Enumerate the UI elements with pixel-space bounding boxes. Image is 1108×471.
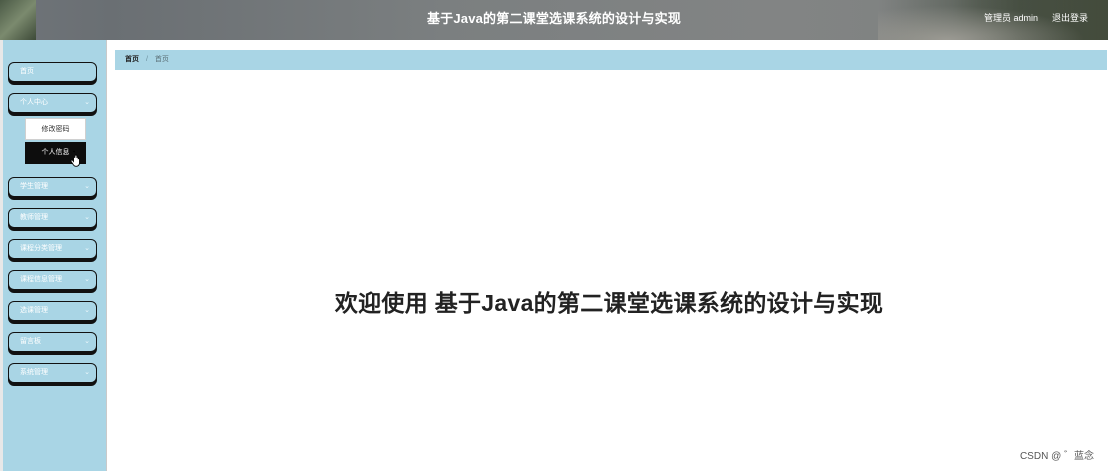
breadcrumb-current: 首页 — [154, 56, 169, 63]
sidebar-item-message-board[interactable]: 留言板 ⌄ — [8, 332, 97, 352]
submenu-item-label: 个人信息 — [41, 149, 70, 156]
chevron-down-icon: ⌄ — [84, 214, 90, 221]
logout-link[interactable]: 退出登录 — [1052, 0, 1088, 36]
sidebar-item-course-category-management[interactable]: 课程分类管理 ⌄ — [8, 239, 97, 259]
breadcrumb: 首页 / 首页 — [115, 50, 1107, 70]
chevron-down-icon: ⌄ — [84, 183, 90, 190]
sidebar-item-label: 课程分类管理 — [20, 245, 62, 252]
app-title: 基于Java的第二课堂选课系统的设计与实现 — [426, 11, 682, 26]
sidebar-item-label: 首页 — [20, 68, 34, 75]
sidebar-item-system-management[interactable]: 系统管理 ⌄ — [8, 363, 97, 383]
breadcrumb-separator: / — [145, 56, 148, 63]
sidebar-item-personal-center[interactable]: 个人中心 ⌄ — [8, 93, 97, 113]
top-header: 基于Java的第二课堂选课系统的设计与实现 管理员 admin 退出登录 — [0, 0, 1108, 40]
submenu-item-change-password[interactable]: 修改密码 — [25, 118, 86, 140]
chevron-down-icon: ⌄ — [84, 338, 90, 345]
sidebar-item-label: 选课管理 — [20, 307, 48, 314]
chevron-down-icon: ⌄ — [84, 99, 90, 106]
chevron-down-icon: ⌄ — [84, 245, 90, 252]
chevron-down-icon: ⌄ — [84, 369, 90, 376]
sidebar-item-label: 教师管理 — [20, 214, 48, 221]
sidebar-item-home[interactable]: 首页 — [8, 62, 97, 82]
sidebar-item-label: 课程信息管理 — [20, 276, 62, 283]
submenu-item-label: 修改密码 — [41, 126, 70, 133]
welcome-heading: 欢迎使用 基于Java的第二课堂选课系统的设计与实现 — [334, 290, 884, 316]
header-user-area: 管理员 admin 退出登录 — [984, 0, 1088, 36]
sidebar-item-label: 系统管理 — [20, 369, 48, 376]
sidebar-item-course-info-management[interactable]: 课程信息管理 ⌄ — [8, 270, 97, 290]
hand-pointer-icon — [70, 150, 80, 167]
app-root: 基于Java的第二课堂选课系统的设计与实现 管理员 admin 退出登录 首页 … — [0, 0, 1108, 471]
chevron-down-icon: ⌄ — [84, 276, 90, 283]
breadcrumb-home-link[interactable]: 首页 — [125, 56, 139, 63]
sidebar-item-label: 留言板 — [20, 338, 41, 345]
sidebar-item-label: 个人中心 — [20, 99, 48, 106]
watermark: CSDN @ ゛蓝念 — [1019, 451, 1094, 462]
sidebar-item-student-management[interactable]: 学生管理 ⌄ — [8, 177, 97, 197]
sidebar-item-label: 学生管理 — [20, 183, 48, 190]
admin-user-label[interactable]: 管理员 admin — [984, 0, 1038, 36]
sidebar-item-teacher-management[interactable]: 教师管理 ⌄ — [8, 208, 97, 228]
sidebar-item-course-selection-management[interactable]: 选课管理 ⌄ — [8, 301, 97, 321]
chevron-down-icon: ⌄ — [84, 307, 90, 314]
